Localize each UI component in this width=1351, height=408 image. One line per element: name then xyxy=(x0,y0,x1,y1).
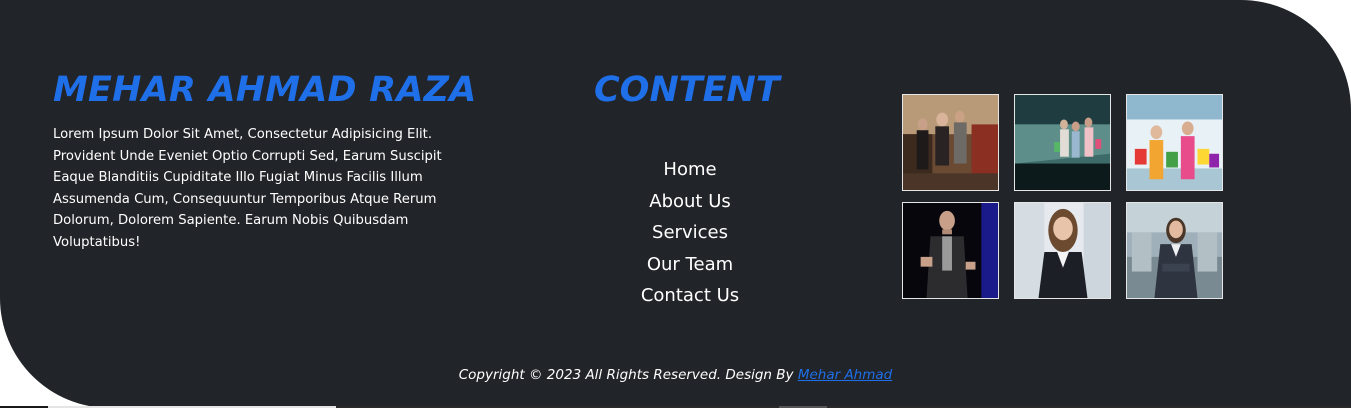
footer-nav: Home About Us Services Our Team Contact … xyxy=(600,154,780,312)
copyright: Copyright © 2023 All Rights Reserved. De… xyxy=(0,367,1351,383)
business-woman-office-photo[interactable] xyxy=(1126,202,1223,299)
nav-link-home[interactable]: Home xyxy=(600,154,780,186)
nav-link-our-team[interactable]: Our Team xyxy=(600,249,780,281)
nav-link-contact-us[interactable]: Contact Us xyxy=(600,280,780,312)
nav-link-about-us[interactable]: About Us xyxy=(600,186,780,218)
speaker-man-photo[interactable] xyxy=(902,202,999,299)
designer-link[interactable]: Mehar Ahmad xyxy=(798,367,892,383)
about-title: MEHAR AHMAD RAZA xyxy=(53,70,477,110)
nav-link-services[interactable]: Services xyxy=(600,217,780,249)
about-section: MEHAR AHMAD RAZA Lorem Ipsum Dolor Sit A… xyxy=(53,68,477,254)
content-section: CONTENT Home About Us Services Our Team … xyxy=(560,68,820,306)
copyright-text: Copyright © 2023 All Rights Reserved. De… xyxy=(458,367,794,383)
content-title: CONTENT xyxy=(594,70,780,110)
shopping-crowd-photo[interactable] xyxy=(902,94,999,191)
mall-shoppers-photo[interactable] xyxy=(1014,94,1111,191)
image-gallery xyxy=(902,94,1226,302)
shopping-bags-women-photo[interactable] xyxy=(1126,94,1223,191)
footer: MEHAR AHMAD RAZA Lorem Ipsum Dolor Sit A… xyxy=(0,0,1351,408)
about-text: Lorem Ipsum Dolor Sit Amet, Consectetur … xyxy=(53,127,442,250)
business-woman-photo[interactable] xyxy=(1014,202,1111,299)
